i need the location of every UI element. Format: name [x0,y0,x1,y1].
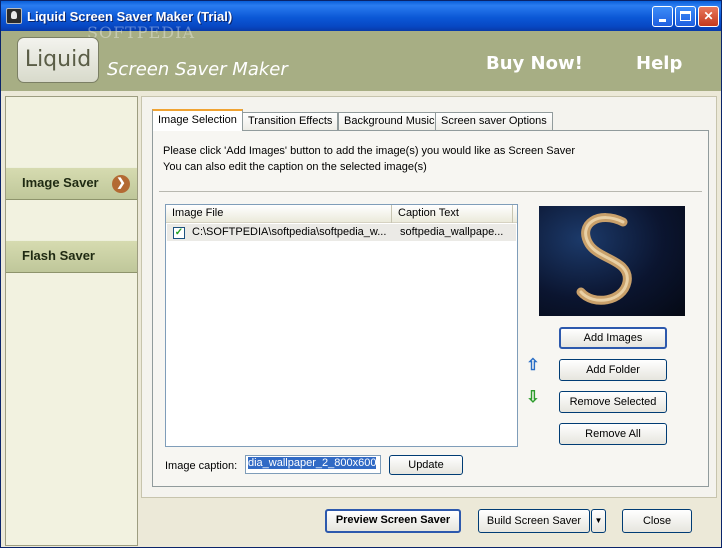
column-header-image-file[interactable]: Image File [166,205,392,223]
sidebar-item-label: Image Saver [22,175,99,190]
close-window-button[interactable]: ✕ [698,6,719,27]
maximize-button[interactable] [675,6,696,27]
arrow-down-icon[interactable]: ⇩ [526,389,540,407]
app-logo: Liquid [17,37,99,83]
remove-selected-button[interactable]: Remove Selected [559,391,667,413]
instruction-line: You can also edit the caption on the sel… [163,161,427,173]
tab-background-music[interactable]: Background Music [338,112,441,131]
app-subtitle: Screen Saver Maker [107,59,288,80]
caption-text-cell: softpedia_wallpape... [400,226,504,238]
image-preview [539,206,685,316]
image-file-list[interactable]: Image File Caption Text ✓ C:\SOFTPEDIA\s… [165,204,518,447]
header-banner: SOFTPEDIA Liquid Screen Saver Maker Buy … [1,23,721,91]
preview-screen-saver-button[interactable]: Preview Screen Saver [325,509,461,533]
close-icon: ✕ [703,9,714,23]
watermark: SOFTPEDIA [87,23,195,42]
sidebar: Image Saver ❯ Flash Saver [5,96,138,546]
tab-image-selection[interactable]: Image Selection [152,109,243,131]
add-images-button[interactable]: Add Images [559,327,667,349]
minimize-icon [659,19,666,22]
sidebar-item-flash-saver[interactable]: Flash Saver [6,240,137,273]
image-selection-panel: Please click 'Add Images' button to add … [152,130,709,487]
buy-now-link[interactable]: Buy Now! [486,53,583,74]
arrow-up-icon[interactable]: ⇧ [526,357,540,375]
list-header: Image File Caption Text [166,205,517,223]
window-title: Liquid Screen Saver Maker (Trial) [27,9,233,24]
image-caption-input[interactable]: dia_wallpaper_2_800x600 [245,455,381,474]
instructions: Please click 'Add Images' button to add … [163,143,575,175]
build-screen-saver-button[interactable]: Build Screen Saver [478,509,590,533]
sidebar-item-image-saver[interactable]: Image Saver ❯ [6,167,137,200]
build-dropdown-button[interactable]: ▼ [591,509,606,533]
image-caption-label: Image caption: [165,460,238,472]
add-folder-button[interactable]: Add Folder [559,359,667,381]
update-button[interactable]: Update [389,455,463,475]
chevron-down-icon: ▼ [594,516,603,525]
app-window: Liquid Screen Saver Maker (Trial) ✕ SOFT… [0,0,722,548]
chevron-right-icon: ❯ [112,175,130,193]
instruction-line: Please click 'Add Images' button to add … [163,145,576,157]
row-checkbox[interactable]: ✓ [173,227,185,239]
sidebar-item-label: Flash Saver [22,248,95,263]
caption-input-value: dia_wallpaper_2_800x600 [248,457,377,469]
list-item[interactable]: ✓ C:\SOFTPEDIA\softpedia\softpedia_w... … [167,224,516,241]
image-file-cell: C:\SOFTPEDIA\softpedia\softpedia_w... [192,226,387,238]
maximize-icon [680,11,691,21]
remove-all-button[interactable]: Remove All [559,423,667,445]
help-link[interactable]: Help [636,53,682,74]
app-icon [6,8,22,24]
main-panel: Image Selection Transition Effects Backg… [141,96,717,498]
minimize-button[interactable] [652,6,673,27]
preview-s-graphic [576,213,632,305]
tab-transition-effects[interactable]: Transition Effects [242,112,339,131]
close-button[interactable]: Close [622,509,692,533]
column-header-caption-text[interactable]: Caption Text [392,205,513,223]
divider [159,191,702,192]
tab-screen-saver-options[interactable]: Screen saver Options [435,112,553,131]
